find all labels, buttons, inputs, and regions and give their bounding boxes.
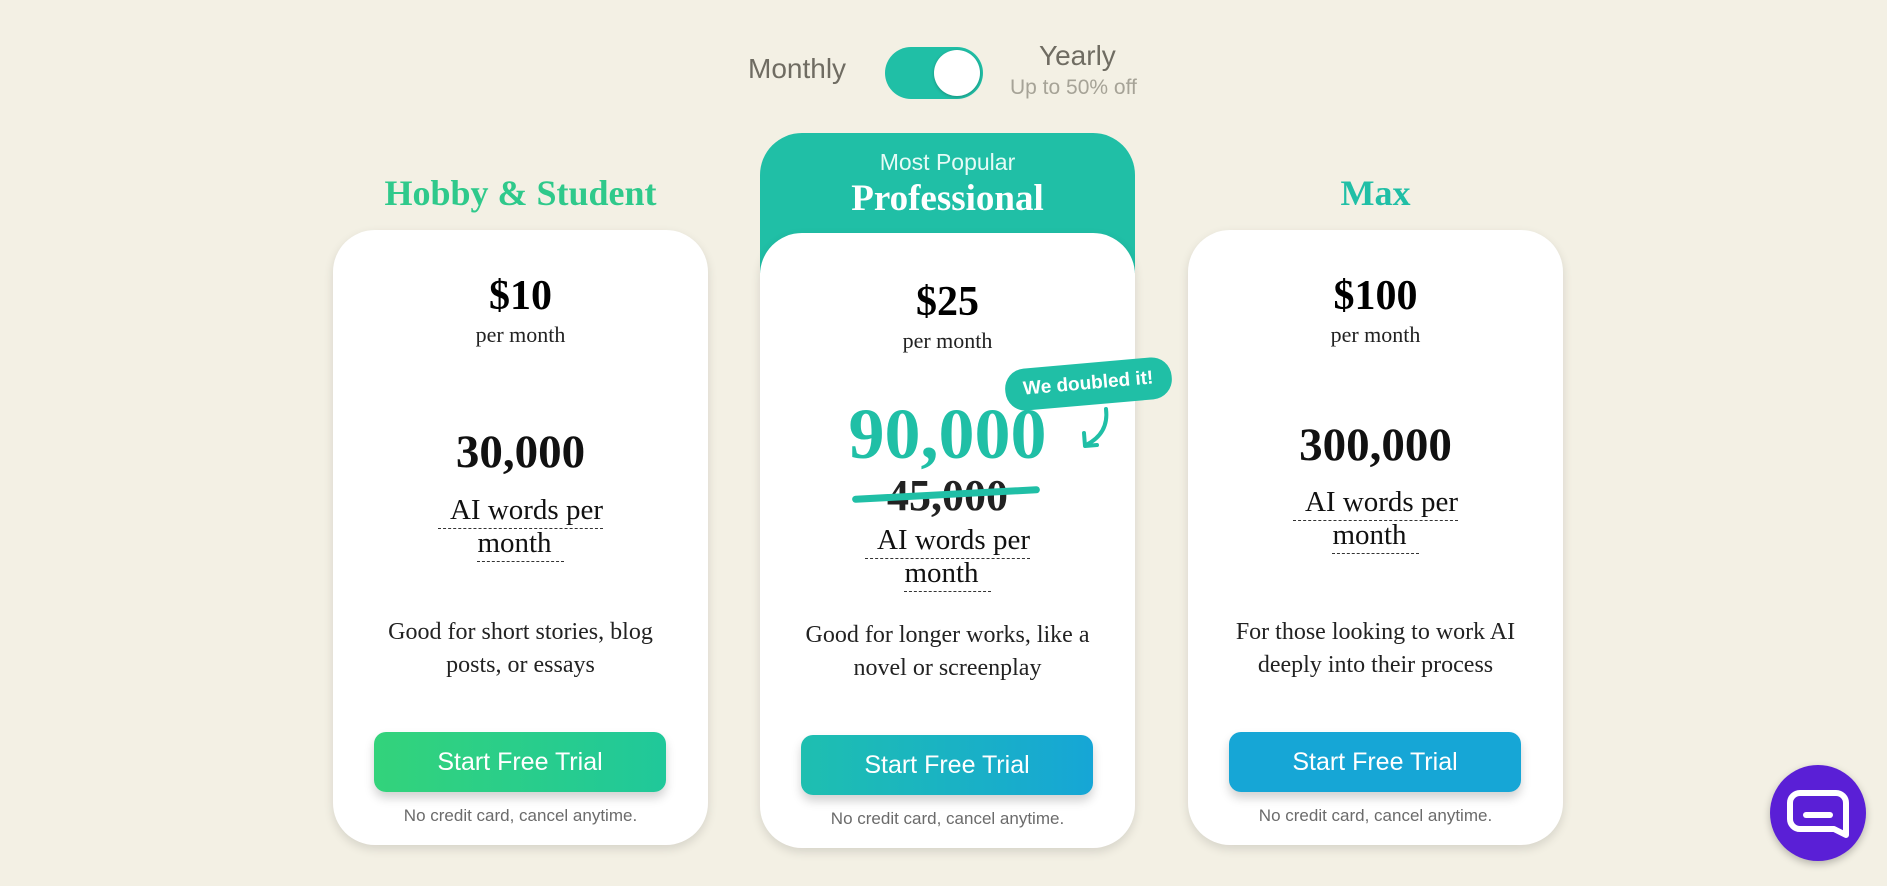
- plan-description: For those looking to work AI deeply into…: [1235, 619, 1516, 678]
- plan-note: No credit card, cancel anytime.: [1258, 806, 1493, 825]
- plan-word-unit: AI words per month: [820, 524, 1075, 592]
- word-unit-tooltip-trigger[interactable]: AI words per month: [437, 494, 603, 562]
- plan-period: per month: [475, 322, 566, 347]
- start-free-trial-button-hobby[interactable]: Start Free Trial: [374, 732, 666, 792]
- start-free-trial-button-max[interactable]: Start Free Trial: [1229, 732, 1521, 792]
- start-free-trial-button-professional[interactable]: Start Free Trial: [801, 735, 1093, 795]
- plan-word-count: 300,000: [1299, 419, 1452, 471]
- word-unit-tooltip-trigger[interactable]: AI words per month: [864, 524, 1030, 592]
- chat-widget-button[interactable]: [1770, 765, 1866, 861]
- plan-card-hobby: $10 per month 30,000 AI words per month …: [333, 230, 708, 845]
- plan-description: Good for longer works, like a novel or s…: [805, 622, 1090, 681]
- plan-note: No credit card, cancel anytime.: [403, 806, 638, 825]
- plan-period: per month: [1330, 322, 1421, 347]
- plan-word-unit: AI words per month: [393, 494, 648, 562]
- plan-title-max: Max: [1340, 173, 1411, 213]
- curved-arrow-icon: [1082, 407, 1109, 448]
- monthly-label[interactable]: Monthly: [748, 53, 846, 85]
- billing-period-toggle[interactable]: [885, 47, 983, 99]
- plan-description: Good for short stories, blog posts, or e…: [388, 619, 653, 678]
- plan-price: $10: [489, 273, 552, 319]
- yearly-discount-label: Up to 50% off: [1010, 76, 1137, 99]
- plan-note: No credit card, cancel anytime.: [830, 809, 1065, 828]
- plan-title-professional: Professional: [851, 178, 1044, 219]
- plan-card-max: $100 per month 300,000 AI words per mont…: [1188, 230, 1563, 845]
- most-popular-label: Most Popular: [879, 149, 1016, 175]
- chat-bubble-icon: [1787, 790, 1849, 838]
- plan-period: per month: [902, 328, 993, 353]
- plan-title-hobby: Hobby & Student: [384, 173, 657, 213]
- plan-word-count: 30,000: [455, 426, 586, 478]
- plan-price: $100: [1333, 273, 1418, 319]
- plan-card-professional: $25 per month 90,000 45,000 AI words per…: [760, 233, 1135, 848]
- plan-word-unit: AI words per month: [1248, 486, 1503, 554]
- plan-price: $25: [916, 279, 979, 325]
- toggle-knob: [934, 50, 980, 96]
- billing-toggle-group: Monthly Yearly Up to 50% off: [0, 20, 1887, 99]
- word-unit-tooltip-trigger[interactable]: AI words per month: [1292, 486, 1458, 554]
- yearly-label[interactable]: Yearly: [1039, 40, 1116, 72]
